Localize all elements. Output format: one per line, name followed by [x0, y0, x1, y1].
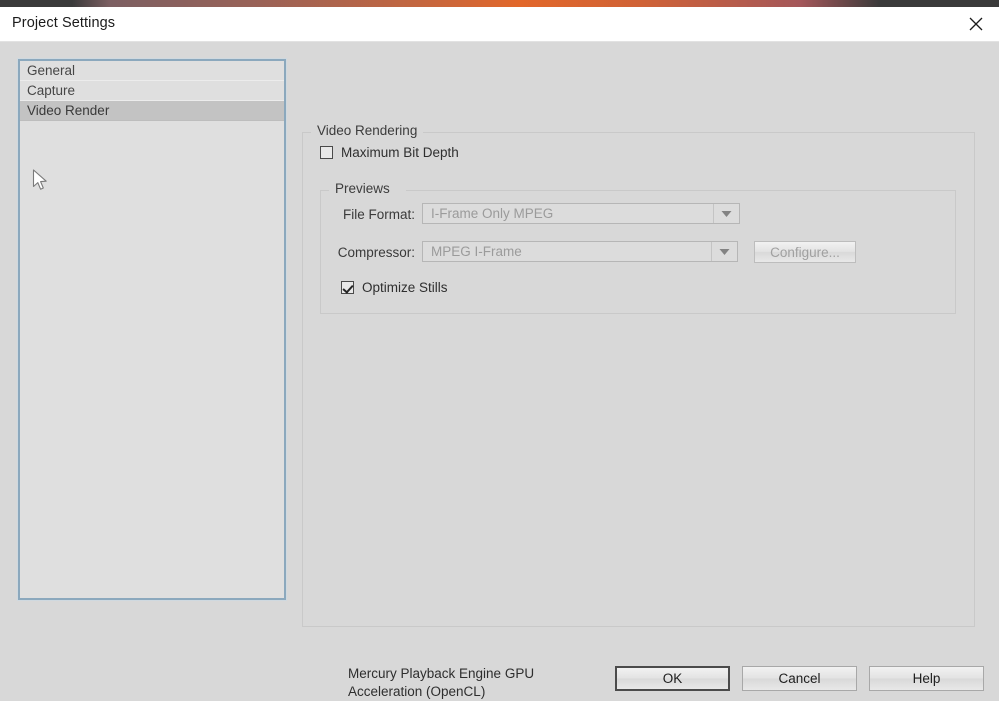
chevron-down-icon	[713, 204, 739, 223]
help-button[interactable]: Help	[869, 666, 984, 691]
close-button[interactable]	[953, 7, 999, 41]
groupbox-top-rule-left	[303, 132, 311, 133]
title-bar: Project Settings	[0, 7, 999, 42]
previews-group-label: Previews	[329, 181, 396, 196]
playback-engine-status: Mercury Playback Engine GPU Acceleration…	[348, 666, 535, 699]
file-format-dropdown[interactable]: I-Frame Only MPEG	[422, 203, 740, 224]
file-format-value: I-Frame Only MPEG	[431, 206, 554, 221]
dialog-body: General Capture Video Render Video Rende…	[0, 42, 999, 699]
maximum-bit-depth-checkbox[interactable]: Maximum Bit Depth	[320, 145, 459, 160]
desktop-accent-strip	[0, 0, 999, 7]
optimize-stills-label: Optimize Stills	[362, 280, 448, 295]
sidebar-item-capture[interactable]: Capture	[20, 81, 284, 101]
ok-button[interactable]: OK	[615, 666, 730, 691]
configure-button[interactable]: Configure...	[754, 241, 856, 263]
groupbox-top-rule-right	[422, 132, 974, 133]
close-icon	[968, 16, 984, 32]
window-title: Project Settings	[12, 15, 116, 31]
previews-top-rule-right	[406, 190, 955, 191]
chevron-down-icon	[711, 242, 737, 261]
optimize-stills-checkbox[interactable]: Optimize Stills	[341, 280, 448, 295]
checkbox-box-unchecked-icon	[320, 146, 333, 159]
checkbox-box-checked-icon	[341, 281, 354, 294]
video-rendering-group-label: Video Rendering	[311, 123, 424, 138]
cancel-button[interactable]: Cancel	[742, 666, 857, 691]
file-format-label: File Format:	[342, 207, 415, 222]
compressor-value: MPEG I-Frame	[431, 244, 522, 259]
previews-top-rule-left	[321, 190, 329, 191]
compressor-label: Compressor:	[337, 245, 415, 260]
compressor-dropdown[interactable]: MPEG I-Frame	[422, 241, 738, 262]
sidebar-item-general[interactable]: General	[20, 61, 284, 81]
maximum-bit-depth-label: Maximum Bit Depth	[341, 145, 459, 160]
sidebar-item-video-render[interactable]: Video Render	[20, 101, 284, 121]
settings-category-list[interactable]: General Capture Video Render	[18, 59, 286, 600]
